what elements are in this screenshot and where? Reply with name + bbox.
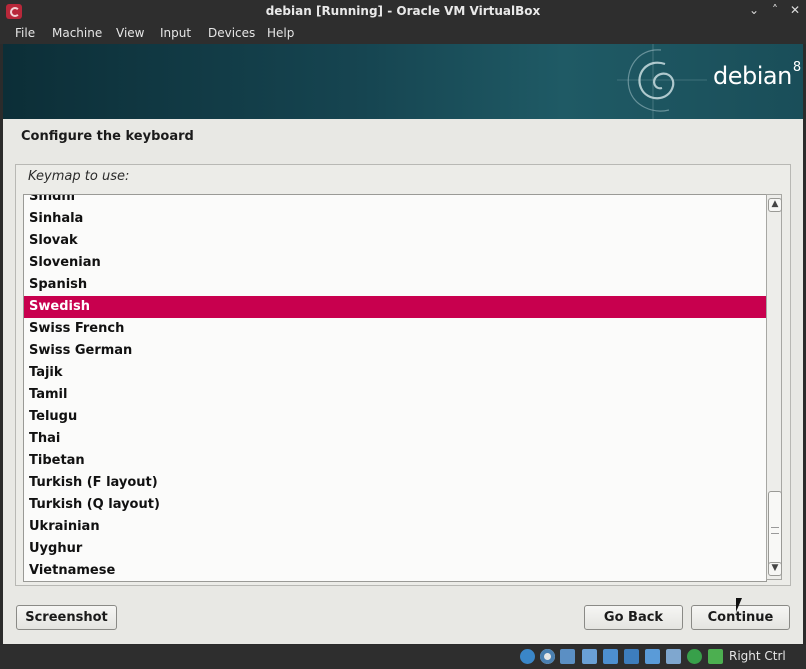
list-item[interactable]: Telugu [24,406,766,428]
menu-help[interactable]: Help [267,26,294,40]
brand-version: 8 [792,60,801,75]
list-item[interactable]: Tibetan [24,450,766,472]
scroll-up-arrow-icon[interactable]: ▲ [768,198,782,212]
grip-icon [771,527,779,534]
list-item[interactable]: Thai [24,428,766,450]
screenshot-button[interactable]: Screenshot [16,605,117,630]
display-icon[interactable] [645,649,660,664]
menu-devices[interactable]: Devices [208,26,255,40]
list-item[interactable]: Vietnamese [24,560,766,581]
menu-machine[interactable]: Machine [52,26,102,40]
status-bar: Right Ctrl [0,645,806,669]
minimize-button[interactable]: ⌄ [746,3,762,17]
brand-name: debian [713,62,792,90]
debian-swirl-logo [617,44,707,119]
audio-icon[interactable] [560,649,575,664]
list-item[interactable]: Slovenian [24,252,766,274]
go-back-button[interactable]: Go Back [584,605,683,630]
scroll-down-arrow-icon[interactable]: ▼ [768,562,782,576]
list-item[interactable]: Tamil [24,384,766,406]
scrollbar-thumb[interactable] [768,491,782,567]
page-title: Configure the keyboard [21,129,194,144]
window-title: debian [Running] - Oracle VM VirtualBox [265,4,541,18]
host-key-label: Right Ctrl [729,649,786,663]
list-item[interactable]: Tajik [24,362,766,384]
optical-drive-icon[interactable] [540,649,555,664]
list-item[interactable]: Spanish [24,274,766,296]
debian-banner: debian8 [3,44,803,119]
list-item[interactable]: Turkish (Q layout) [24,494,766,516]
menu-bar: File Machine View Input Devices Help [0,22,806,44]
shared-folders-icon[interactable] [624,649,639,664]
menu-view[interactable]: View [116,26,144,40]
list-item[interactable]: Turkish (F layout) [24,472,766,494]
list-item[interactable]: Swiss French [24,318,766,340]
list-item[interactable]: Uyghur [24,538,766,560]
list-item[interactable]: Ukrainian [24,516,766,538]
list-item[interactable]: Slovak [24,230,766,252]
list-item[interactable]: Sinhala [24,208,766,230]
keymap-list[interactable]: Sindhi Sinhala Slovak Slovenian Spanish … [23,194,767,582]
list-item-selected[interactable]: Swedish [24,296,766,318]
menu-input[interactable]: Input [160,26,191,40]
debian-brand: debian8 [713,60,801,90]
title-bar: debian [Running] - Oracle VM VirtualBox … [0,0,806,22]
guest-screen[interactable]: debian8 Configure the keyboard Keymap to… [3,44,803,644]
list-item[interactable]: Swiss German [24,340,766,362]
usb-icon[interactable] [603,649,618,664]
network-icon[interactable] [582,649,597,664]
mouse-pointer-icon [736,598,748,612]
hard-disk-icon[interactable] [520,649,535,664]
close-button[interactable]: ✕ [787,3,803,17]
maximize-button[interactable]: ˄ [767,3,783,17]
virtualization-icon[interactable] [687,649,702,664]
video-capture-icon[interactable] [666,649,681,664]
mouse-integration-icon[interactable] [708,649,723,664]
keymap-scrollbar[interactable]: ▲ ▼ [766,194,782,580]
list-item[interactable]: Sindhi [24,195,766,208]
keymap-label: Keymap to use: [28,169,130,184]
menu-file[interactable]: File [15,26,35,40]
